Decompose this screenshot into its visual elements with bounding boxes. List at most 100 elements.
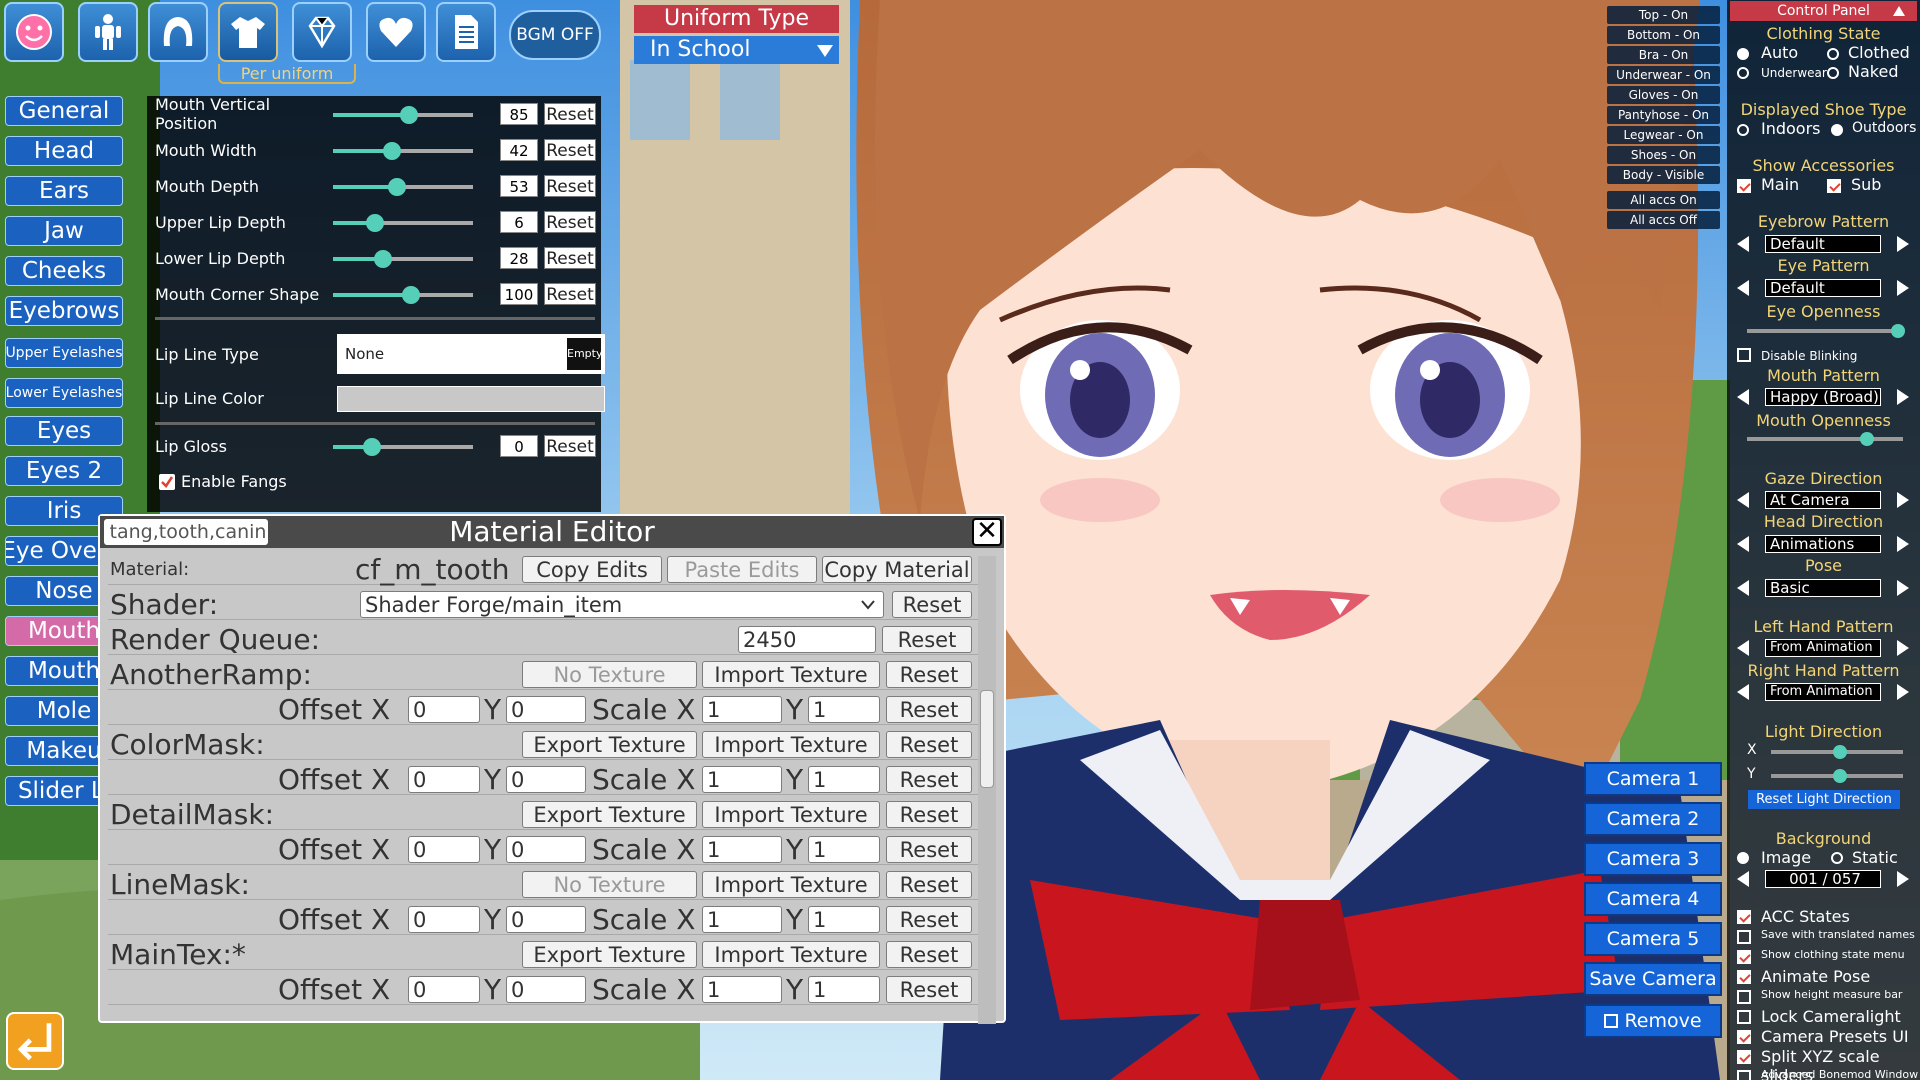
option-checkbox[interactable] bbox=[1737, 930, 1751, 944]
category-lower-eyelashes[interactable]: Lower Eyelashes bbox=[5, 378, 123, 408]
lip-gloss-value[interactable]: 0 bbox=[500, 435, 538, 457]
shader-dropdown[interactable]: Shader Forge/main_item bbox=[360, 591, 884, 618]
offset-x-input[interactable]: 0 bbox=[408, 836, 480, 863]
uniform-type-dropdown[interactable]: In School bbox=[634, 36, 839, 64]
scale-y-input[interactable]: 1 bbox=[808, 976, 880, 1003]
face-category-button[interactable] bbox=[4, 2, 64, 62]
eye-openness-slider[interactable] bbox=[1747, 324, 1906, 338]
remove-camera-button[interactable]: Remove bbox=[1584, 1004, 1722, 1038]
export-texture-button[interactable]: Export Texture bbox=[522, 941, 697, 968]
radio-outdoors[interactable] bbox=[1831, 124, 1843, 136]
slider-handle[interactable] bbox=[1832, 745, 1847, 759]
transform-reset-button[interactable]: Reset bbox=[886, 836, 972, 863]
mouth-next-arrow-icon[interactable] bbox=[1897, 389, 1909, 405]
right-hand-value[interactable]: From Animation bbox=[1765, 683, 1881, 701]
state-toggle-button[interactable]: Body - Visible bbox=[1607, 166, 1720, 184]
pose-next-arrow-icon[interactable] bbox=[1897, 580, 1909, 596]
enable-fangs-row[interactable]: Enable Fangs bbox=[155, 468, 595, 496]
category-upper-eyelashes[interactable]: Upper Eyelashes bbox=[5, 338, 123, 368]
slider-handle[interactable] bbox=[1832, 769, 1847, 783]
state-toggle-button[interactable]: All accs Off bbox=[1607, 211, 1720, 229]
category-ears[interactable]: Ears bbox=[5, 176, 123, 206]
category-general[interactable]: General bbox=[5, 96, 123, 126]
scale-x-input[interactable]: 1 bbox=[702, 766, 782, 793]
import-texture-button[interactable]: Import Texture bbox=[702, 661, 880, 688]
slider-value[interactable]: 6 bbox=[500, 211, 538, 233]
mouth-openness-slider[interactable] bbox=[1747, 432, 1903, 446]
gaze-direction-value[interactable]: At Camera bbox=[1765, 491, 1881, 509]
hair-category-button[interactable] bbox=[148, 2, 208, 62]
scrollbar-thumb[interactable] bbox=[980, 690, 994, 788]
head-prev-arrow-icon[interactable] bbox=[1737, 536, 1749, 552]
slider-handle[interactable] bbox=[399, 106, 418, 124]
slider-handle[interactable] bbox=[382, 142, 401, 160]
radio-background-image[interactable] bbox=[1737, 852, 1749, 864]
mouth-prev-arrow-icon[interactable] bbox=[1737, 389, 1749, 405]
offset-y-input[interactable]: 0 bbox=[506, 766, 586, 793]
scale-x-input[interactable]: 1 bbox=[702, 906, 782, 933]
offset-y-input[interactable]: 0 bbox=[506, 976, 586, 1003]
scale-x-input[interactable]: 1 bbox=[702, 976, 782, 1003]
gaze-next-arrow-icon[interactable] bbox=[1897, 492, 1909, 508]
export-texture-button[interactable]: Export Texture bbox=[522, 731, 697, 758]
category-head[interactable]: Head bbox=[5, 136, 123, 166]
texture-reset-button[interactable]: Reset bbox=[886, 661, 972, 688]
no-texture-button[interactable]: No Texture bbox=[522, 661, 697, 688]
background-prev-arrow-icon[interactable] bbox=[1737, 871, 1749, 887]
body-category-button[interactable] bbox=[78, 2, 138, 62]
save-camera-button[interactable]: Save Camera bbox=[1584, 962, 1722, 996]
background-index[interactable]: 001 / 057 bbox=[1765, 870, 1881, 888]
head-next-arrow-icon[interactable] bbox=[1897, 536, 1909, 552]
slider-track[interactable] bbox=[333, 214, 473, 232]
texture-reset-button[interactable]: Reset bbox=[886, 801, 972, 828]
scale-y-input[interactable]: 1 bbox=[808, 836, 880, 863]
slider-handle[interactable] bbox=[363, 438, 382, 456]
checkbox-sub-accessories[interactable] bbox=[1827, 179, 1841, 193]
state-toggle-button[interactable]: Shoes - On bbox=[1607, 146, 1720, 164]
option-checkbox[interactable] bbox=[1737, 1010, 1751, 1024]
scale-x-input[interactable]: 1 bbox=[702, 836, 782, 863]
offset-x-input[interactable]: 0 bbox=[408, 696, 480, 723]
slider-reset-button[interactable]: Reset bbox=[544, 247, 596, 269]
transform-reset-button[interactable]: Reset bbox=[886, 976, 972, 1003]
transform-reset-button[interactable]: Reset bbox=[886, 906, 972, 933]
clothing-category-button[interactable] bbox=[218, 2, 278, 62]
lip-line-color-swatch[interactable] bbox=[337, 386, 605, 412]
slider-reset-button[interactable]: Reset bbox=[544, 139, 596, 161]
slider-reset-button[interactable]: Reset bbox=[544, 175, 596, 197]
offset-x-input[interactable]: 0 bbox=[408, 976, 480, 1003]
lip-gloss-reset-button[interactable]: Reset bbox=[544, 435, 596, 457]
transform-reset-button[interactable]: Reset bbox=[886, 696, 972, 723]
slider-handle[interactable] bbox=[366, 214, 384, 232]
state-toggle-button[interactable]: Legwear - On bbox=[1607, 126, 1720, 144]
head-direction-value[interactable]: Animations bbox=[1765, 535, 1881, 553]
filter-input[interactable]: tang,tooth,canin bbox=[104, 519, 268, 545]
texture-reset-button[interactable]: Reset bbox=[886, 731, 972, 758]
camera-preset-button[interactable]: Camera 2 bbox=[1584, 802, 1722, 836]
scale-y-input[interactable]: 1 bbox=[808, 766, 880, 793]
favorite-button[interactable] bbox=[366, 2, 426, 62]
accessory-category-button[interactable] bbox=[292, 2, 352, 62]
transform-reset-button[interactable]: Reset bbox=[886, 766, 972, 793]
radio-indoors[interactable] bbox=[1737, 124, 1749, 136]
option-checkbox[interactable] bbox=[1737, 950, 1751, 964]
right-hand-next-arrow-icon[interactable] bbox=[1897, 684, 1909, 700]
checkbox-main-accessories[interactable] bbox=[1737, 179, 1751, 193]
slider-handle[interactable] bbox=[374, 250, 393, 268]
state-toggle-button[interactable]: All accs On bbox=[1607, 191, 1720, 209]
option-checkbox[interactable] bbox=[1737, 1030, 1751, 1044]
eye-pattern-value[interactable]: Default bbox=[1765, 279, 1881, 297]
radio-underwear[interactable] bbox=[1737, 67, 1749, 79]
slider-value[interactable]: 28 bbox=[500, 247, 538, 269]
slider-value[interactable]: 85 bbox=[500, 103, 538, 125]
option-checkbox[interactable] bbox=[1737, 1050, 1751, 1064]
texture-reset-button[interactable]: Reset bbox=[886, 941, 972, 968]
eye-prev-arrow-icon[interactable] bbox=[1737, 280, 1749, 296]
right-hand-prev-arrow-icon[interactable] bbox=[1737, 684, 1749, 700]
eyebrow-next-arrow-icon[interactable] bbox=[1897, 236, 1909, 252]
slider-handle[interactable] bbox=[1860, 432, 1875, 446]
slider-track[interactable] bbox=[333, 286, 473, 304]
pose-value[interactable]: Basic bbox=[1765, 579, 1881, 597]
scale-y-input[interactable]: 1 bbox=[808, 696, 880, 723]
slider-track[interactable] bbox=[333, 142, 473, 160]
